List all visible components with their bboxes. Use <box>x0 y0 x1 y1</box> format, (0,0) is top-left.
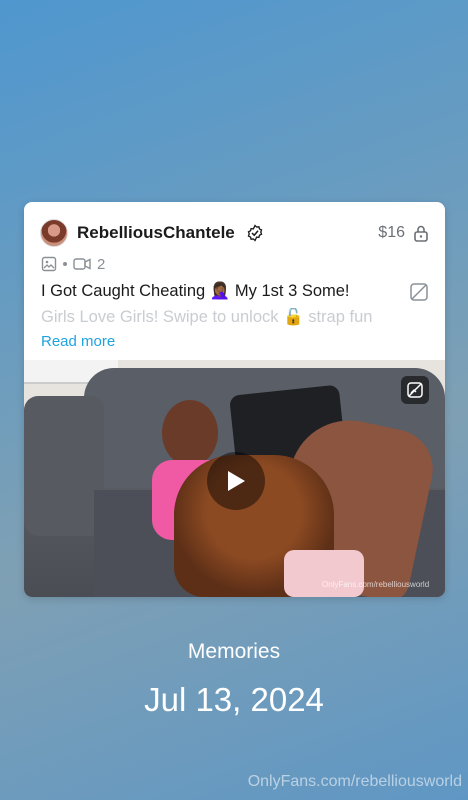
read-more-link[interactable]: Read more <box>41 333 115 350</box>
hide-icon[interactable] <box>409 282 429 302</box>
media-meta: 2 <box>41 254 105 274</box>
post-header: RebelliousChantele $16 <box>40 218 429 248</box>
lock-icon <box>414 225 428 242</box>
media-detail <box>284 550 364 597</box>
separator-dot <box>63 262 67 266</box>
memories-label: Memories <box>187 640 281 663</box>
video-icon <box>73 258 91 270</box>
post-card[interactable]: RebelliousChantele $16 2 I Got Caught Ch… <box>24 202 445 597</box>
avatar[interactable] <box>40 219 68 247</box>
video-count: 2 <box>97 255 106 273</box>
play-button[interactable] <box>207 452 265 510</box>
image-icon <box>41 256 57 272</box>
play-icon <box>228 471 245 491</box>
media-watermark: OnlyFans.com/rebelliousworld <box>322 580 430 589</box>
media-detail <box>24 396 104 536</box>
caption-line-2: Girls Love Girls! Swipe to unlock 🔓 stra… <box>41 308 373 326</box>
memories-date: Jul 13, 2024 <box>144 681 324 718</box>
media-hide-button[interactable] <box>401 376 429 404</box>
footer-watermark: OnlyFans.com/rebelliousworld <box>247 773 462 790</box>
hide-icon <box>407 382 423 398</box>
verified-icon <box>247 224 263 242</box>
price-label: $16 <box>378 224 405 241</box>
username[interactable]: RebelliousChantele <box>77 223 235 243</box>
caption-line-1: I Got Caught Cheating 🤦🏾‍♀️ My 1st 3 Som… <box>41 282 350 300</box>
post-media[interactable]: OnlyFans.com/rebelliousworld <box>24 360 445 597</box>
